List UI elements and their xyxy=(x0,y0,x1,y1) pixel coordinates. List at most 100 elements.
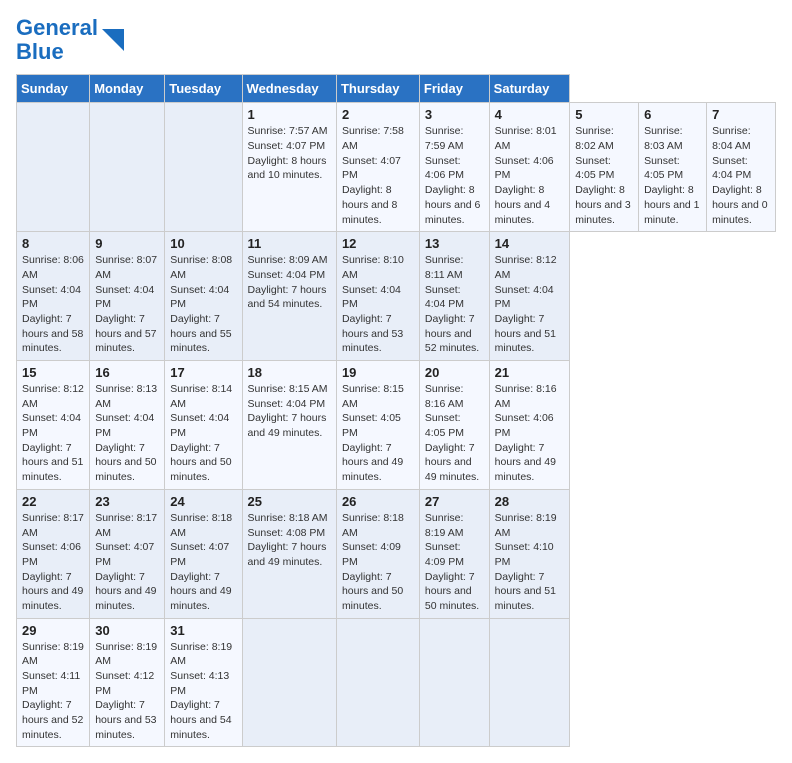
logo-text: General xyxy=(16,15,98,40)
logo: General Blue xyxy=(16,16,124,64)
sunrise: Sunrise: 8:19 AM xyxy=(425,511,484,540)
calendar-day-cell: 7 Sunrise: 8:04 AM Sunset: 4:04 PM Dayli… xyxy=(707,103,776,232)
sunrise: Sunrise: 8:16 AM xyxy=(425,382,484,411)
day-info: Sunrise: 8:19 AM Sunset: 4:11 PM Dayligh… xyxy=(22,640,84,743)
day-number: 2 xyxy=(342,107,414,122)
daylight: Daylight: 7 hours and 50 minutes. xyxy=(425,570,484,614)
day-info: Sunrise: 8:14 AM Sunset: 4:04 PM Dayligh… xyxy=(170,382,236,485)
day-number: 6 xyxy=(644,107,701,122)
calendar-day-cell: 13 Sunrise: 8:11 AM Sunset: 4:04 PM Dayl… xyxy=(419,232,489,361)
sunset: Sunset: 4:04 PM xyxy=(170,283,236,312)
day-info: Sunrise: 8:16 AM Sunset: 4:05 PM Dayligh… xyxy=(425,382,484,485)
daylight: Daylight: 7 hours and 49 minutes. xyxy=(342,441,414,485)
daylight: Daylight: 7 hours and 53 minutes. xyxy=(342,312,414,356)
sunrise: Sunrise: 8:15 AM xyxy=(248,382,331,397)
calendar-day-cell: 1 Sunrise: 7:57 AM Sunset: 4:07 PM Dayli… xyxy=(242,103,336,232)
daylight: Daylight: 7 hours and 52 minutes. xyxy=(22,698,84,742)
sunset: Sunset: 4:04 PM xyxy=(342,283,414,312)
day-info: Sunrise: 8:06 AM Sunset: 4:04 PM Dayligh… xyxy=(22,253,84,356)
sunset: Sunset: 4:06 PM xyxy=(425,154,484,183)
sunset: Sunset: 4:05 PM xyxy=(644,154,701,183)
calendar-week-row: 8 Sunrise: 8:06 AM Sunset: 4:04 PM Dayli… xyxy=(17,232,776,361)
sunset: Sunset: 4:04 PM xyxy=(425,283,484,312)
day-number: 1 xyxy=(248,107,331,122)
day-info: Sunrise: 7:57 AM Sunset: 4:07 PM Dayligh… xyxy=(248,124,331,183)
sunrise: Sunrise: 8:02 AM xyxy=(575,124,633,153)
sunrise: Sunrise: 8:06 AM xyxy=(22,253,84,282)
day-info: Sunrise: 8:03 AM Sunset: 4:05 PM Dayligh… xyxy=(644,124,701,227)
sunset: Sunset: 4:04 PM xyxy=(712,154,770,183)
calendar-week-row: 22 Sunrise: 8:17 AM Sunset: 4:06 PM Dayl… xyxy=(17,489,776,618)
day-info: Sunrise: 8:18 AM Sunset: 4:09 PM Dayligh… xyxy=(342,511,414,614)
day-number: 25 xyxy=(248,494,331,509)
sunrise: Sunrise: 7:59 AM xyxy=(425,124,484,153)
sunset: Sunset: 4:09 PM xyxy=(342,540,414,569)
sunrise: Sunrise: 8:15 AM xyxy=(342,382,414,411)
daylight: Daylight: 7 hours and 53 minutes. xyxy=(95,698,159,742)
sunset: Sunset: 4:08 PM xyxy=(248,526,331,541)
sunset: Sunset: 4:06 PM xyxy=(22,540,84,569)
day-number: 29 xyxy=(22,623,84,638)
daylight: Daylight: 7 hours and 49 minutes. xyxy=(248,540,331,569)
header-day: Friday xyxy=(419,75,489,103)
calendar-day-cell: 26 Sunrise: 8:18 AM Sunset: 4:09 PM Dayl… xyxy=(336,489,419,618)
daylight: Daylight: 7 hours and 54 minutes. xyxy=(170,698,236,742)
calendar-day-cell: 30 Sunrise: 8:19 AM Sunset: 4:12 PM Dayl… xyxy=(90,618,165,747)
calendar-day-cell: 12 Sunrise: 8:10 AM Sunset: 4:04 PM Dayl… xyxy=(336,232,419,361)
daylight: Daylight: 7 hours and 49 minutes. xyxy=(248,411,331,440)
day-info: Sunrise: 8:15 AM Sunset: 4:05 PM Dayligh… xyxy=(342,382,414,485)
day-info: Sunrise: 8:09 AM Sunset: 4:04 PM Dayligh… xyxy=(248,253,331,312)
day-number: 31 xyxy=(170,623,236,638)
calendar-day-cell: 9 Sunrise: 8:07 AM Sunset: 4:04 PM Dayli… xyxy=(90,232,165,361)
calendar-day-cell: 4 Sunrise: 8:01 AM Sunset: 4:06 PM Dayli… xyxy=(489,103,570,232)
sunrise: Sunrise: 8:11 AM xyxy=(425,253,484,282)
calendar-day-cell: 25 Sunrise: 8:18 AM Sunset: 4:08 PM Dayl… xyxy=(242,489,336,618)
day-number: 5 xyxy=(575,107,633,122)
day-info: Sunrise: 8:15 AM Sunset: 4:04 PM Dayligh… xyxy=(248,382,331,441)
day-info: Sunrise: 8:16 AM Sunset: 4:06 PM Dayligh… xyxy=(495,382,565,485)
sunrise: Sunrise: 8:19 AM xyxy=(95,640,159,669)
sunset: Sunset: 4:07 PM xyxy=(342,154,414,183)
calendar-day-cell: 22 Sunrise: 8:17 AM Sunset: 4:06 PM Dayl… xyxy=(17,489,90,618)
daylight: Daylight: 7 hours and 54 minutes. xyxy=(248,283,331,312)
day-info: Sunrise: 8:01 AM Sunset: 4:06 PM Dayligh… xyxy=(495,124,565,227)
day-info: Sunrise: 8:17 AM Sunset: 4:06 PM Dayligh… xyxy=(22,511,84,614)
sunset: Sunset: 4:04 PM xyxy=(248,397,331,412)
sunset: Sunset: 4:04 PM xyxy=(95,283,159,312)
day-info: Sunrise: 7:58 AM Sunset: 4:07 PM Dayligh… xyxy=(342,124,414,227)
day-number: 17 xyxy=(170,365,236,380)
daylight: Daylight: 7 hours and 50 minutes. xyxy=(95,441,159,485)
daylight: Daylight: 8 hours and 6 minutes. xyxy=(425,183,484,227)
sunrise: Sunrise: 8:03 AM xyxy=(644,124,701,153)
calendar-week-row: 29 Sunrise: 8:19 AM Sunset: 4:11 PM Dayl… xyxy=(17,618,776,747)
day-number: 8 xyxy=(22,236,84,251)
calendar-day-cell: 23 Sunrise: 8:17 AM Sunset: 4:07 PM Dayl… xyxy=(90,489,165,618)
day-number: 22 xyxy=(22,494,84,509)
daylight: Daylight: 7 hours and 49 minutes. xyxy=(170,570,236,614)
sunrise: Sunrise: 8:18 AM xyxy=(248,511,331,526)
calendar-day-cell xyxy=(242,618,336,747)
sunset: Sunset: 4:07 PM xyxy=(95,540,159,569)
daylight: Daylight: 7 hours and 52 minutes. xyxy=(425,312,484,356)
daylight: Daylight: 7 hours and 50 minutes. xyxy=(170,441,236,485)
sunset: Sunset: 4:05 PM xyxy=(425,411,484,440)
daylight: Daylight: 8 hours and 0 minutes. xyxy=(712,183,770,227)
day-number: 23 xyxy=(95,494,159,509)
day-number: 9 xyxy=(95,236,159,251)
sunset: Sunset: 4:07 PM xyxy=(170,540,236,569)
day-info: Sunrise: 8:04 AM Sunset: 4:04 PM Dayligh… xyxy=(712,124,770,227)
sunset: Sunset: 4:12 PM xyxy=(95,669,159,698)
sunset: Sunset: 4:04 PM xyxy=(170,411,236,440)
sunrise: Sunrise: 8:07 AM xyxy=(95,253,159,282)
daylight: Daylight: 7 hours and 49 minutes. xyxy=(95,570,159,614)
day-number: 11 xyxy=(248,236,331,251)
day-info: Sunrise: 8:18 AM Sunset: 4:08 PM Dayligh… xyxy=(248,511,331,570)
calendar-week-row: 15 Sunrise: 8:12 AM Sunset: 4:04 PM Dayl… xyxy=(17,361,776,490)
sunset: Sunset: 4:04 PM xyxy=(22,411,84,440)
sunset: Sunset: 4:05 PM xyxy=(575,154,633,183)
header-day: Monday xyxy=(90,75,165,103)
calendar-week-row: 1 Sunrise: 7:57 AM Sunset: 4:07 PM Dayli… xyxy=(17,103,776,232)
calendar-day-cell: 20 Sunrise: 8:16 AM Sunset: 4:05 PM Dayl… xyxy=(419,361,489,490)
day-number: 14 xyxy=(495,236,565,251)
calendar-day-cell: 24 Sunrise: 8:18 AM Sunset: 4:07 PM Dayl… xyxy=(165,489,242,618)
